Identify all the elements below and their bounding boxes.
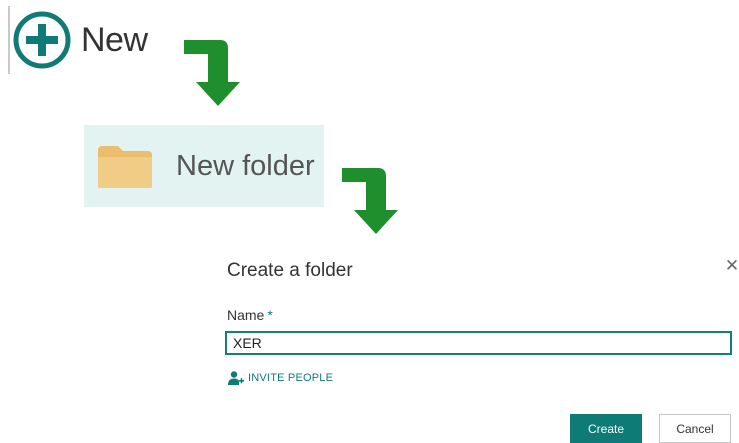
add-person-icon — [228, 371, 244, 385]
new-folder-menu-item[interactable]: New folder — [84, 125, 324, 207]
bent-arrow-down-icon — [184, 40, 240, 106]
new-button[interactable]: New — [8, 6, 158, 74]
create-button[interactable]: Create — [570, 414, 642, 443]
plus-circle-icon — [13, 11, 71, 69]
create-folder-dialog: Create a folder ✕ Name* INVITE PEOPLE Cr… — [214, 250, 739, 443]
folder-name-input[interactable] — [225, 331, 732, 355]
invite-people-link[interactable]: INVITE PEOPLE — [228, 370, 333, 386]
dialog-title: Create a folder — [227, 260, 353, 281]
name-label-text: Name — [227, 307, 265, 323]
required-marker: * — [267, 307, 273, 323]
name-field-label: Name * — [227, 307, 273, 323]
new-folder-label: New folder — [176, 149, 315, 182]
cancel-button[interactable]: Cancel — [659, 414, 731, 443]
folder-icon — [98, 146, 152, 188]
bent-arrow-down-icon — [342, 168, 398, 234]
close-icon[interactable]: ✕ — [724, 256, 739, 276]
invite-people-label: INVITE PEOPLE — [248, 372, 334, 384]
new-button-label: New — [81, 20, 148, 59]
